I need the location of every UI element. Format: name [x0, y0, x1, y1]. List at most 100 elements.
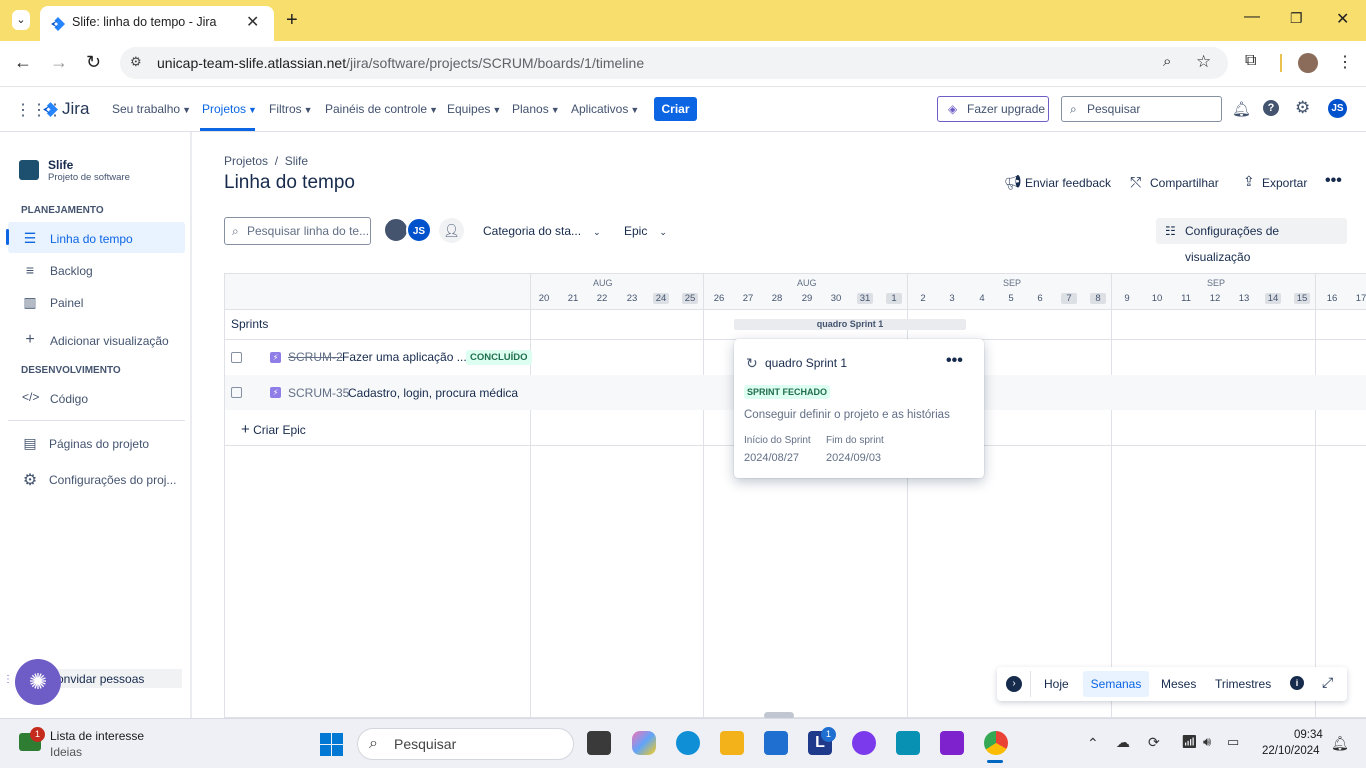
weeks-button[interactable]: Semanas [1083, 671, 1149, 697]
nav-filtros[interactable]: Filtros ▼ [269, 102, 313, 116]
project-avatar[interactable] [19, 160, 39, 180]
notepad-icon[interactable] [896, 731, 920, 755]
task-view-icon[interactable] [587, 731, 611, 755]
global-search-input[interactable]: ⌕ Pesquisar [1061, 96, 1222, 122]
list-divider[interactable] [530, 274, 531, 718]
nav-planos[interactable]: Planos ▼ [512, 102, 560, 116]
forward-icon[interactable]: → [50, 52, 68, 73]
widget-badge: 1 [30, 727, 45, 742]
file-explorer-icon[interactable] [720, 731, 744, 755]
jira-logo-text[interactable]: Jira [62, 99, 89, 119]
app-purple-icon[interactable] [852, 731, 876, 755]
site-info-icon[interactable]: ⚙ [130, 54, 142, 70]
start-label: Início do Sprint [744, 435, 811, 446]
minimize-icon[interactable]: — [1244, 8, 1260, 26]
sync-icon[interactable]: ⟳ [1148, 734, 1160, 751]
sprint-bar[interactable]: quadro Sprint 1 [734, 319, 966, 330]
epic-dropdown[interactable]: Epic ⌄ [624, 224, 667, 238]
add-people-icon[interactable]: 👤︎ [439, 218, 464, 243]
day-label: 23 [626, 293, 638, 304]
clock-date[interactable]: 22/10/2024 [1262, 745, 1320, 757]
url-text[interactable]: unicap-team-slife.atlassian.net/jira/sof… [157, 55, 644, 71]
tab-search-icon[interactable]: ⌄ [12, 10, 30, 30]
restore-icon[interactable]: ❐ [1290, 10, 1303, 27]
timeline-search-input[interactable]: ⌕ Pesquisar linha do te... [224, 217, 371, 245]
sidebar-item-board[interactable]: Painel [50, 296, 83, 310]
edge-icon[interactable] [676, 731, 700, 755]
ifood-icon[interactable] [940, 731, 964, 755]
quarters-button[interactable]: Trimestres [1215, 677, 1271, 691]
nav-projetos[interactable]: Projetos ▼ [202, 102, 257, 116]
user-avatar-filter[interactable]: JS [406, 217, 432, 243]
user-avatar[interactable]: JS [1328, 99, 1347, 118]
issue-summary[interactable]: Fazer uma aplicação ... [342, 350, 467, 364]
taskbar-search[interactable]: ⌕ Pesquisar [357, 728, 574, 760]
day-label: 9 [1124, 293, 1130, 304]
browser-menu-icon[interactable]: ⋮ [1337, 52, 1353, 72]
nav-label: Seu trabalho [112, 102, 181, 116]
day-label: 21 [567, 293, 579, 304]
close-tab-icon[interactable]: ✕ [246, 12, 259, 32]
new-tab-icon[interactable]: + [286, 9, 298, 32]
issue-key[interactable]: SCRUM-2 [288, 350, 343, 364]
extensions-icon[interactable]: ⧉ [1245, 52, 1256, 70]
create-button[interactable]: Criar [654, 97, 697, 121]
notifications-bell-icon[interactable]: 🔔︎ [1331, 735, 1349, 752]
bookmark-star-icon[interactable]: ☆ [1196, 52, 1211, 72]
volume-icon[interactable]: 🔊︎ [1203, 734, 1211, 750]
profile-avatar[interactable] [1298, 53, 1318, 73]
breadcrumb-projects[interactable]: Projetos [224, 154, 268, 168]
zoom-icon[interactable]: ⌕ [1163, 53, 1171, 70]
windows-start-icon[interactable] [320, 733, 343, 756]
jira-logo-icon[interactable] [42, 101, 59, 118]
share-button[interactable]: Compartilhar [1150, 176, 1219, 190]
notifications-icon[interactable]: 🔔︎ [1232, 100, 1251, 118]
widget-title[interactable]: Lista de interesse [50, 729, 144, 743]
fullscreen-icon[interactable]: ⤢ [1322, 674, 1333, 691]
project-name[interactable]: Slife [48, 158, 73, 172]
store-icon[interactable] [764, 731, 788, 755]
nav-seu-trabalho[interactable]: Seu trabalho ▼ [112, 102, 191, 116]
sidebar-item-backlog[interactable]: Backlog [50, 264, 93, 278]
row-checkbox[interactable] [231, 352, 242, 363]
sidebar-item-label[interactable]: Linha do tempo [50, 232, 133, 246]
chevron-up-icon[interactable]: ⌃ [1087, 735, 1099, 752]
upgrade-button[interactable]: ◈ Fazer upgrade [937, 96, 1049, 122]
today-button[interactable]: Hoje [1044, 677, 1069, 691]
copilot-icon[interactable] [632, 731, 656, 755]
row-checkbox[interactable] [231, 387, 242, 398]
info-icon[interactable]: i [1290, 676, 1304, 690]
nav-equipes[interactable]: Equipes ▼ [447, 102, 501, 116]
wifi-icon[interactable]: 📶︎ [1181, 734, 1198, 750]
sidebar-item-pages[interactable]: Páginas do projeto [49, 437, 149, 451]
clock-time[interactable]: 09:34 [1294, 729, 1323, 741]
invite-people-button[interactable]: onvidar pessoas [57, 672, 144, 686]
create-epic-button[interactable]: + Criar Epic [241, 421, 306, 438]
sidebar-add-view[interactable]: Adicionar visualização [50, 334, 169, 348]
onedrive-icon[interactable]: ☁ [1116, 734, 1130, 751]
battery-icon[interactable]: ▭ [1227, 734, 1239, 750]
help-icon[interactable]: ? [1263, 100, 1279, 116]
settings-gear-icon[interactable]: ⚙ [1295, 98, 1310, 118]
view-settings-button[interactable]: ☷ Configurações de visualização [1156, 218, 1347, 264]
more-options-icon[interactable]: ••• [1325, 172, 1342, 190]
close-window-icon[interactable]: ✕ [1336, 9, 1349, 29]
breadcrumb-slife[interactable]: Slife [285, 154, 308, 168]
feedback-button[interactable]: Enviar feedback [1025, 176, 1111, 190]
browser-tab[interactable]: Slife: linha do tempo - Jira ✕ [40, 6, 274, 41]
popup-more-icon[interactable]: ••• [946, 352, 963, 370]
nav-aplicativos[interactable]: Aplicativos ▼ [571, 102, 639, 116]
sidebar-item-code[interactable]: Código [50, 392, 88, 406]
rovo-assistant-icon[interactable]: ✺ [15, 659, 61, 705]
issue-key[interactable]: SCRUM-35 [288, 386, 349, 400]
collapse-arrow-icon[interactable]: › [1006, 676, 1022, 692]
reload-icon[interactable]: ↻ [86, 52, 101, 73]
chrome-icon[interactable] [984, 731, 1008, 755]
status-category-dropdown[interactable]: Categoria do sta... ⌄ [483, 224, 601, 238]
export-button[interactable]: Exportar [1262, 176, 1307, 190]
months-button[interactable]: Meses [1161, 677, 1196, 691]
back-icon[interactable]: ← [14, 52, 32, 73]
nav-paineis[interactable]: Painéis de controle ▼ [325, 102, 438, 116]
issue-summary[interactable]: Cadastro, login, procura médica [348, 386, 518, 400]
sidebar-item-settings[interactable]: Configurações do proj... [49, 473, 176, 487]
